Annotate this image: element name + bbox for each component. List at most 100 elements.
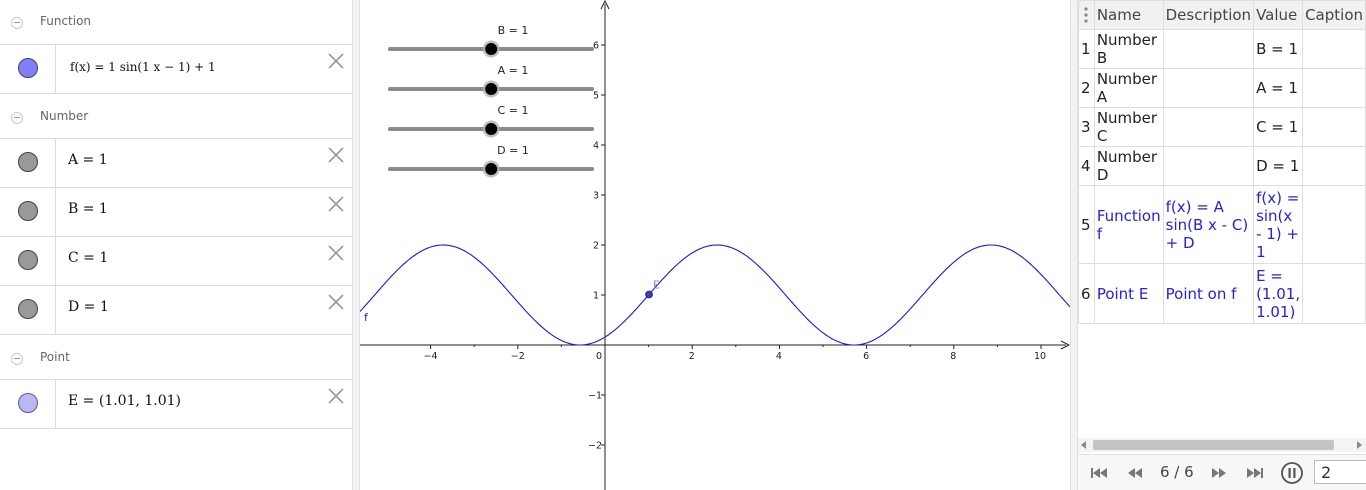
algebra-item-text[interactable]: f(x) = 1 sin(1 x − 1) + 1	[70, 60, 216, 74]
visibility-toggle-icon[interactable]	[18, 201, 38, 221]
x-tick-label: 2	[689, 351, 695, 362]
cell-caption[interactable]	[1302, 146, 1366, 186]
group-header-function[interactable]: Function	[0, 0, 352, 44]
algebra-item-text[interactable]: D = 1	[68, 299, 109, 315]
algebra-item-E[interactable]: E = (1.01, 1.01)	[0, 379, 352, 429]
row-number[interactable]: 4	[1078, 146, 1095, 186]
visibility-toggle-icon[interactable]	[18, 152, 38, 172]
cell-name[interactable]: Function f	[1093, 185, 1164, 264]
cell-name[interactable]: Number A	[1093, 68, 1164, 108]
cell-description[interactable]	[1162, 146, 1255, 186]
cell-caption[interactable]	[1302, 263, 1366, 324]
function-label-f[interactable]: f	[364, 311, 369, 324]
row-number[interactable]: 3	[1078, 107, 1095, 147]
slider-knob[interactable]	[485, 163, 498, 175]
algebra-item-D[interactable]: D = 1	[0, 285, 352, 335]
delete-icon[interactable]	[328, 388, 344, 404]
delete-icon[interactable]	[328, 294, 344, 310]
column-header-value[interactable]: Value	[1253, 0, 1304, 30]
cell-description[interactable]	[1162, 29, 1255, 69]
row-number[interactable]: 1	[1078, 29, 1095, 69]
cell-name[interactable]: Number D	[1093, 146, 1164, 186]
collapse-icon[interactable]	[11, 112, 23, 124]
delete-icon[interactable]	[328, 147, 344, 163]
group-header-point[interactable]: Point	[0, 336, 352, 380]
cell-description[interactable]: f(x) = A sin(B x - C) + D	[1162, 185, 1255, 264]
delete-icon[interactable]	[328, 245, 344, 261]
column-header-name[interactable]: Name	[1093, 0, 1164, 30]
scroll-right-icon[interactable]	[1357, 441, 1362, 449]
cell-caption[interactable]	[1302, 185, 1366, 264]
pause-icon[interactable]	[1280, 461, 1304, 485]
row-number[interactable]: 5	[1078, 185, 1095, 264]
algebra-item-A[interactable]: A = 1	[0, 138, 352, 188]
algebra-view: Function f(x) = 1 sin(1 x − 1) + 1 Numbe…	[0, 0, 352, 490]
function-graph-f[interactable]	[360, 244, 1070, 346]
algebra-item-text[interactable]: E = (1.01, 1.01)	[68, 393, 181, 409]
last-step-icon[interactable]	[1244, 465, 1266, 481]
algebra-item-C[interactable]: C = 1	[0, 236, 352, 286]
cell-value[interactable]: E = (1.01, 1.01)	[1253, 263, 1304, 324]
algebra-item-B[interactable]: B = 1	[0, 187, 352, 237]
column-header-description[interactable]: Description	[1162, 0, 1255, 30]
visibility-toggle-icon[interactable]	[18, 299, 38, 319]
previous-step-icon[interactable]	[1124, 465, 1146, 481]
protocol-row[interactable]: 5 Function f f(x) = A sin(B x - C) + Df(x)…	[1078, 185, 1366, 264]
view-splitter[interactable]	[1070, 0, 1078, 490]
view-splitter[interactable]	[352, 0, 360, 490]
cell-value[interactable]: D = 1	[1253, 146, 1304, 186]
scroll-left-icon[interactable]	[1081, 441, 1086, 449]
algebra-item-f[interactable]: f(x) = 1 sin(1 x − 1) + 1	[0, 44, 352, 94]
point-E[interactable]	[645, 290, 653, 299]
protocol-row[interactable]: 1 Number B B = 1	[1078, 29, 1366, 69]
collapse-icon[interactable]	[11, 353, 23, 365]
animation-speed-input[interactable]	[1314, 460, 1366, 484]
cell-value[interactable]: C = 1	[1253, 107, 1304, 147]
cell-description[interactable]	[1162, 68, 1255, 108]
collapse-icon[interactable]	[11, 17, 23, 29]
cell-caption[interactable]	[1302, 107, 1366, 147]
cell-caption[interactable]	[1302, 29, 1366, 69]
slider-knob[interactable]	[485, 83, 498, 95]
x-tick-label: −2	[511, 351, 525, 362]
slider-label: C = 1	[498, 104, 529, 117]
cell-value[interactable]: f(x) = sin(x - 1) + 1	[1253, 185, 1304, 264]
delete-icon[interactable]	[328, 196, 344, 212]
visibility-toggle-icon[interactable]	[18, 58, 38, 78]
group-label: Number	[40, 109, 89, 123]
marble-cell	[0, 45, 56, 93]
scrollbar-thumb[interactable]	[1093, 440, 1334, 450]
cell-value[interactable]: A = 1	[1253, 68, 1304, 108]
row-number[interactable]: 2	[1078, 68, 1095, 108]
cell-name[interactable]: Number C	[1093, 107, 1164, 147]
row-number[interactable]: 6	[1078, 263, 1095, 324]
protocol-row[interactable]: 2 Number A A = 1	[1078, 68, 1366, 108]
algebra-item-text[interactable]: A = 1	[68, 152, 108, 168]
visibility-toggle-icon[interactable]	[18, 250, 38, 270]
algebra-item-text[interactable]: B = 1	[68, 201, 108, 217]
delete-icon[interactable]	[328, 53, 344, 69]
graphics-canvas[interactable]: −4 −2 0 2 4 6 8 10 6 5 4 3 2 1 −1 −2 f B = 1 A = 1 C = 1 D…	[360, 0, 1070, 490]
protocol-row[interactable]: 3 Number C C = 1	[1078, 107, 1366, 147]
y-tick-label: 1	[593, 291, 599, 302]
protocol-row[interactable]: 4 Number D D = 1	[1078, 146, 1366, 186]
cell-name[interactable]: Point E	[1093, 263, 1164, 324]
protocol-row[interactable]: 6 Point E Point on fE = (1.01, 1.01)	[1078, 263, 1366, 324]
visibility-toggle-icon[interactable]	[18, 393, 38, 413]
cell-caption[interactable]	[1302, 68, 1366, 108]
slider-knob[interactable]	[485, 43, 498, 55]
graphics-view[interactable]: −4 −2 0 2 4 6 8 10 6 5 4 3 2 1 −1 −2 f B = 1 A = 1 C = 1 D…	[360, 0, 1070, 490]
column-menu-icon[interactable]	[1078, 0, 1095, 30]
algebra-item-text[interactable]: C = 1	[68, 250, 108, 266]
next-step-icon[interactable]	[1208, 465, 1230, 481]
slider-knob[interactable]	[485, 123, 498, 135]
group-header-number[interactable]: Number	[0, 95, 352, 139]
cell-description[interactable]: Point on f	[1162, 263, 1255, 324]
horizontal-scrollbar[interactable]	[1078, 438, 1366, 452]
column-header-caption[interactable]: Caption	[1302, 0, 1366, 30]
cell-description[interactable]	[1162, 107, 1255, 147]
point-E-label[interactable]: E	[653, 279, 660, 292]
cell-name[interactable]: Number B	[1093, 29, 1164, 69]
first-step-icon[interactable]	[1088, 465, 1110, 481]
cell-value[interactable]: B = 1	[1253, 29, 1304, 69]
